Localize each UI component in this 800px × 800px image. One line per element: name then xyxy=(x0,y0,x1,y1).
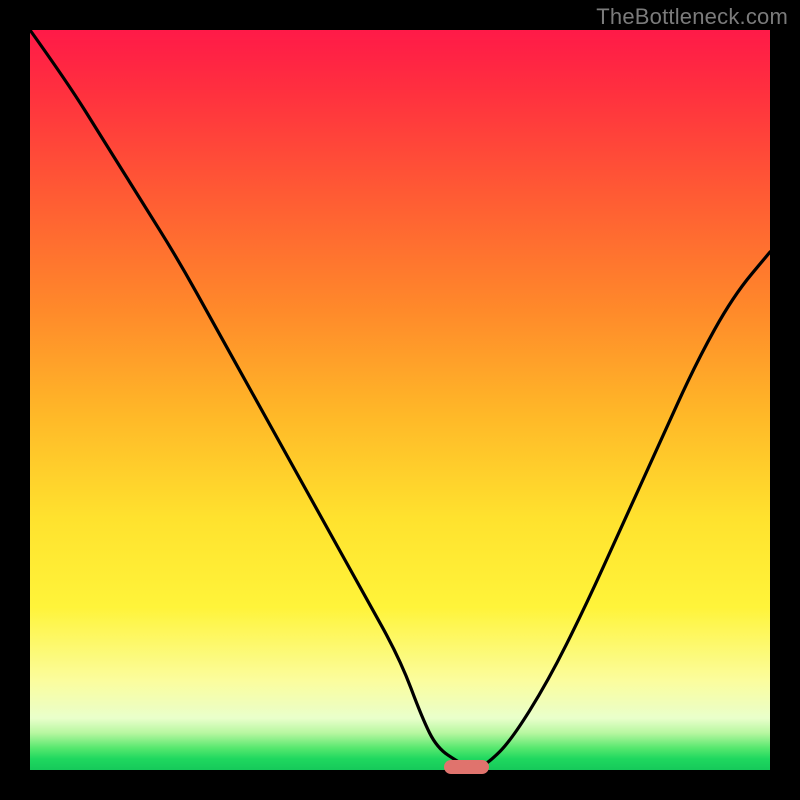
curve-path xyxy=(30,30,770,768)
optimal-marker xyxy=(444,760,488,774)
watermark-text: TheBottleneck.com xyxy=(596,4,788,30)
bottleneck-curve xyxy=(30,30,770,770)
plot-area xyxy=(30,30,770,770)
chart-frame: TheBottleneck.com xyxy=(0,0,800,800)
